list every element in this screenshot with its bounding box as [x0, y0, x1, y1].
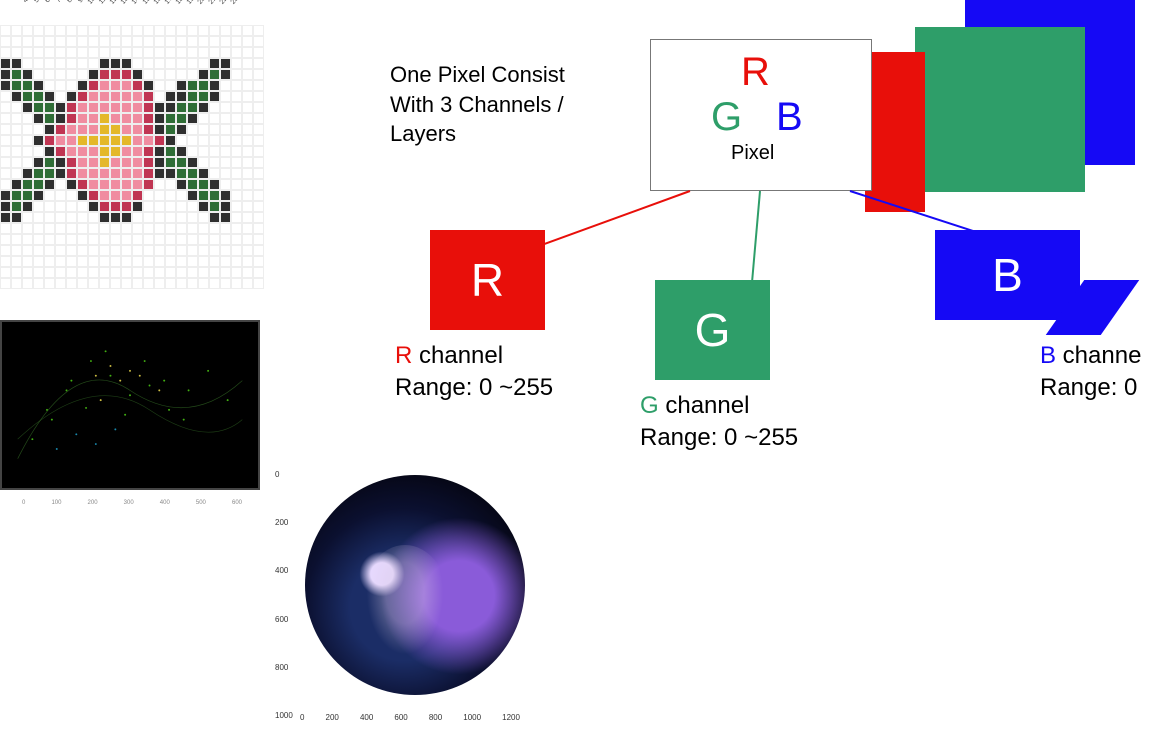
stack-red-layer [865, 52, 925, 212]
scatter-x-ticks: 0100200300400500600 [22, 500, 242, 506]
stack-green-layer [915, 27, 1085, 192]
b-channel-label: B channe Range: 0 [1040, 340, 1141, 405]
pixel-box: R G B Pixel [650, 39, 872, 191]
b-channel-parallelogram [1046, 280, 1140, 335]
g-channel-box: G [655, 280, 770, 380]
nebula-image-frame: 02004006008001000 020040060080010001200 [285, 470, 535, 720]
pixel-art-cells [0, 25, 264, 289]
r-range: Range: 0 ~255 [395, 372, 553, 404]
pixel-annotation-text: One Pixel Consist With 3 Channels / Laye… [390, 60, 565, 149]
nebula-face-shape [360, 545, 450, 665]
g-channel-glyph: G [695, 303, 731, 357]
pixel-box-label: Pixel [731, 142, 774, 165]
nebula-x-ticks: 020040060080010001200 [300, 713, 520, 722]
pixel-box-g-letter: G [711, 95, 742, 140]
b-word: channe [1056, 342, 1141, 369]
r-word: channel [412, 342, 503, 369]
g-name: G [640, 392, 659, 419]
b-channel-box: B [935, 230, 1080, 320]
r-channel-box: R [430, 230, 545, 330]
pixel-art-column-numbers: 4567891011121314151617181920212223 [25, 0, 245, 7]
b-channel-glyph: B [992, 248, 1023, 302]
r-name: R [395, 342, 412, 369]
scatter-plot-image: 0100200300400500600 [0, 320, 260, 490]
nebula-y-ticks: 02004006008001000 [275, 470, 293, 720]
connector-g [751, 191, 761, 281]
b-range: Range: 0 [1040, 372, 1141, 404]
nebula-image [305, 475, 525, 695]
pixel-box-r-letter: R [741, 50, 770, 95]
annotation-line: With 3 Channels / [390, 90, 565, 120]
g-channel-label: G channel Range: 0 ~255 [640, 390, 798, 455]
g-word: channel [659, 392, 750, 419]
annotation-line: Layers [390, 119, 565, 149]
b-name: B [1040, 342, 1056, 369]
g-range: Range: 0 ~255 [640, 422, 798, 454]
r-channel-label: R channel Range: 0 ~255 [395, 340, 553, 405]
pixel-box-b-letter: B [776, 95, 803, 140]
annotation-line: One Pixel Consist [390, 60, 565, 90]
r-channel-glyph: R [471, 253, 504, 307]
